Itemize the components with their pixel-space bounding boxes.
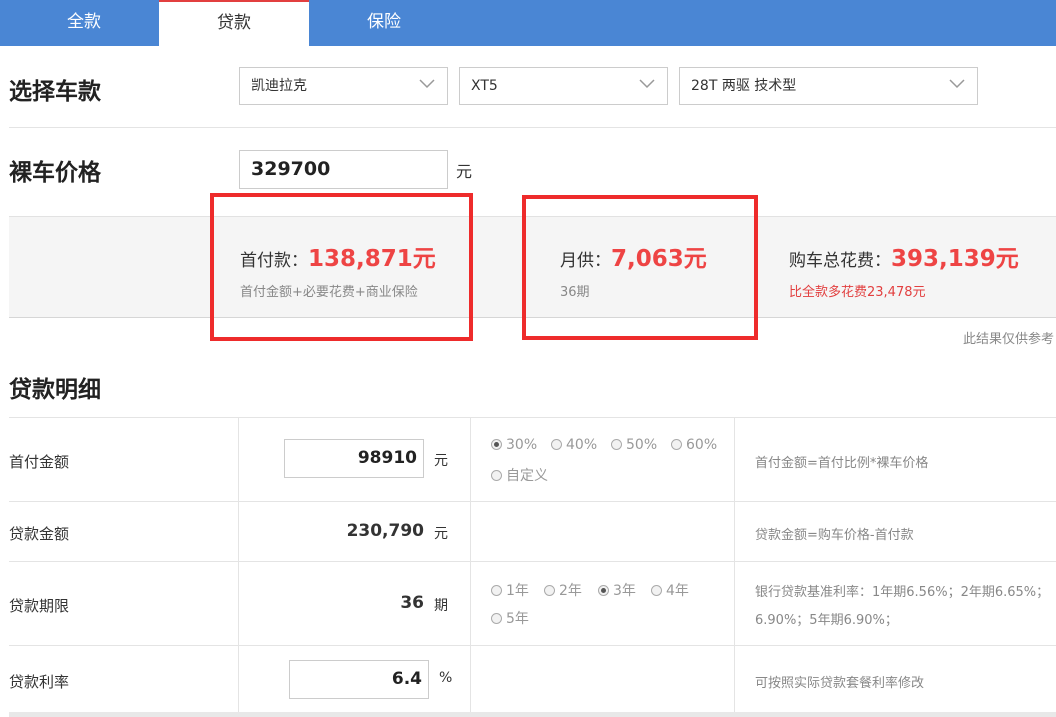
divider	[9, 127, 1056, 128]
radio-term-1y[interactable]: 1年	[491, 580, 529, 600]
trim-select-value: 28T 两驱 技术型	[691, 78, 797, 94]
down-payment-input[interactable]: 98910	[284, 439, 424, 478]
loan-term-formula-line1: 银行贷款基准利率：1年期6.56%；2年期6.65%；	[755, 585, 1050, 600]
trim-select[interactable]: 28T 两驱 技术型	[679, 67, 978, 105]
chevron-down-icon	[639, 79, 655, 89]
down-payment-unit: 元	[434, 453, 448, 469]
radio-dot	[598, 585, 609, 596]
highlight-box-monthly	[522, 195, 758, 340]
table-row-divider	[9, 561, 1056, 562]
loan-term-formula-line2: 6.90%；5年期6.90%；	[755, 613, 898, 628]
bottom-bar	[9, 712, 1056, 717]
loan-term-value: 36	[400, 593, 424, 613]
radio-down-60[interactable]: 60%	[671, 437, 717, 453]
table-col-divider	[734, 417, 735, 717]
table-row-divider	[9, 645, 1056, 646]
down-payment-row-label: 首付金额	[9, 453, 70, 471]
brand-select-value: 凯迪拉克	[251, 78, 307, 94]
loan-term-unit: 期	[434, 598, 448, 614]
total-value: 393,139元	[891, 246, 1019, 272]
table-col-divider	[470, 417, 471, 717]
total-sub: 比全款多花费23,478元	[789, 285, 926, 300]
loan-amount-unit: 元	[434, 526, 448, 542]
select-car-title: 选择车款	[9, 79, 101, 105]
radio-down-40[interactable]: 40%	[551, 437, 597, 453]
radio-down-custom[interactable]: 自定义	[491, 465, 548, 485]
table-row-divider	[9, 501, 1056, 502]
model-select-value: XT5	[471, 78, 498, 94]
interest-rate-unit: %	[439, 670, 453, 686]
tab-full-payment[interactable]: 全款	[9, 0, 159, 46]
radio-down-30[interactable]: 30%	[491, 437, 537, 453]
radio-dot	[651, 585, 662, 596]
interest-rate-row-label: 贷款利率	[9, 673, 70, 691]
radio-label: 40%	[566, 437, 598, 453]
radio-label: 5年	[506, 611, 529, 627]
highlight-box-down-payment	[210, 193, 473, 341]
chevron-down-icon	[949, 79, 965, 89]
radio-term-4y[interactable]: 4年	[651, 580, 689, 600]
table-row-divider	[9, 417, 1056, 418]
radio-down-50[interactable]: 50%	[611, 437, 657, 453]
interest-rate-formula: 可按照实际贷款套餐利率修改	[755, 676, 925, 691]
tab-bar: 全款 贷款 保险	[0, 0, 1056, 46]
total-summary: 购车总花费：393,139元	[789, 239, 1019, 273]
loan-amount-row-label: 贷款金额	[9, 525, 70, 543]
radio-label: 2年	[559, 583, 582, 599]
loan-amount-formula: 贷款金额=购车价格-首付款	[755, 528, 914, 543]
radio-dot	[491, 613, 502, 624]
radio-label: 50%	[626, 437, 658, 453]
price-unit: 元	[456, 162, 473, 181]
radio-dot	[491, 585, 502, 596]
brand-select[interactable]: 凯迪拉克	[239, 67, 448, 105]
loan-details-title: 贷款明细	[9, 377, 101, 403]
radio-dot	[491, 439, 502, 450]
radio-label: 4年	[666, 583, 689, 599]
radio-term-3y[interactable]: 3年	[598, 580, 636, 600]
radio-dot	[671, 439, 682, 450]
radio-term-5y[interactable]: 5年	[491, 608, 529, 628]
radio-term-2y[interactable]: 2年	[544, 580, 582, 600]
radio-label: 60%	[686, 437, 718, 453]
radio-dot	[544, 585, 555, 596]
radio-dot	[491, 470, 502, 481]
model-select[interactable]: XT5	[459, 67, 668, 105]
total-label: 购车总花费：	[789, 251, 891, 271]
price-title: 裸车价格	[9, 160, 101, 186]
radio-label: 3年	[613, 583, 636, 599]
radio-label: 自定义	[506, 468, 548, 484]
tab-insurance[interactable]: 保险	[309, 0, 459, 46]
down-payment-formula: 首付金额=首付比例*裸车价格	[755, 456, 929, 471]
radio-dot	[611, 439, 622, 450]
table-col-divider	[238, 417, 239, 717]
chevron-down-icon	[419, 79, 435, 89]
loan-term-row-label: 贷款期限	[9, 597, 70, 615]
radio-label: 1年	[506, 583, 529, 599]
result-note: 此结果仅供参考	[962, 332, 1054, 347]
radio-label: 30%	[506, 437, 538, 453]
radio-dot	[551, 439, 562, 450]
interest-rate-input[interactable]: 6.4	[289, 660, 429, 699]
tab-loan[interactable]: 贷款	[159, 0, 309, 46]
price-input[interactable]: 329700	[239, 150, 448, 189]
loan-amount-value: 230,790	[346, 521, 424, 541]
